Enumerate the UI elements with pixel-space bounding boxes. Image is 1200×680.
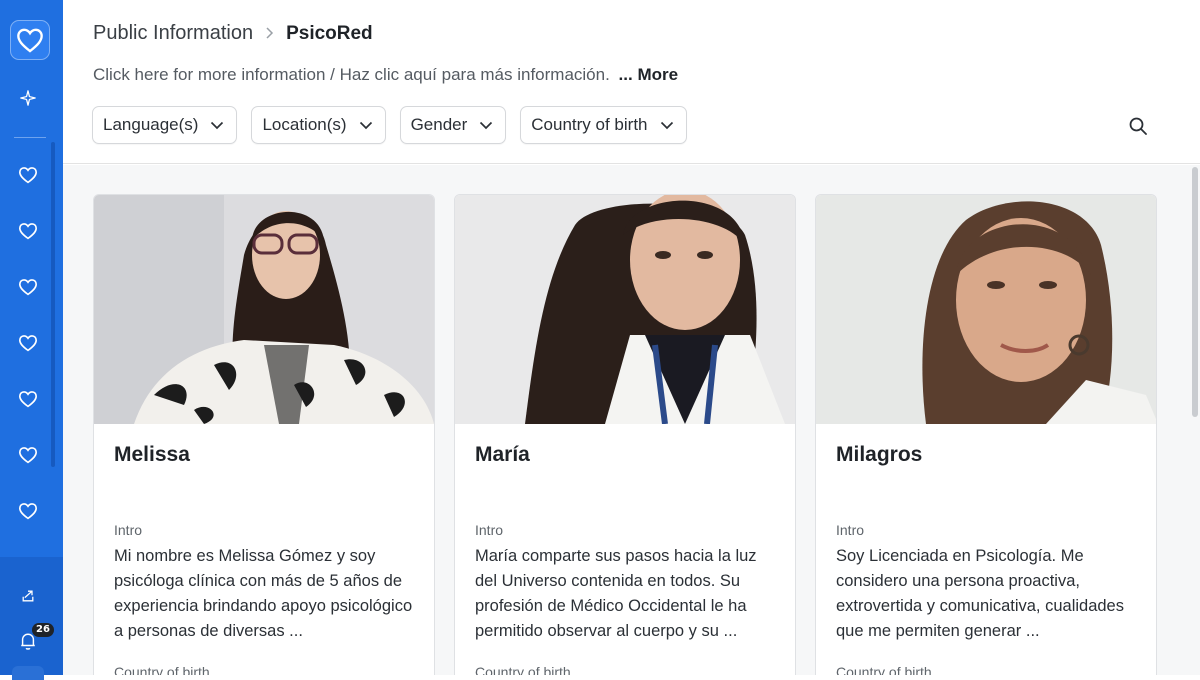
profile-photo <box>94 195 434 424</box>
chevron-down-icon <box>210 121 224 130</box>
sidebar-item-4[interactable] <box>17 332 39 354</box>
profile-photo <box>455 195 795 424</box>
sidebar-scrollbar[interactable] <box>51 142 55 467</box>
filter-label: Language(s) <box>103 115 199 134</box>
sidebar-item-7[interactable] <box>17 500 39 522</box>
intro-label: Intro <box>114 522 143 538</box>
profile-card[interactable]: María Intro María comparte sus pasos hac… <box>454 194 796 675</box>
share-icon[interactable] <box>17 585 39 607</box>
filter-label: Location(s) <box>262 115 347 134</box>
sidebar-item-1[interactable] <box>17 164 39 186</box>
country-of-birth-label: Country of birth <box>836 664 932 675</box>
main-scrollbar[interactable] <box>1192 167 1198 417</box>
breadcrumb: Public Information PsicoRed <box>93 22 373 45</box>
heart-icon <box>18 391 38 408</box>
heart-icon <box>18 279 38 296</box>
breadcrumb-current: PsicoRed <box>286 22 373 44</box>
sidebar-item-6[interactable] <box>17 444 39 466</box>
intro-label: Intro <box>836 522 865 538</box>
heart-icon <box>17 28 43 53</box>
sidebar-item-5[interactable] <box>17 388 39 410</box>
notification-badge: 26 <box>32 623 54 637</box>
avatar[interactable] <box>12 666 44 680</box>
profile-grid: Melissa Intro Mi nombre es Melissa Gómez… <box>63 165 1200 675</box>
filter-language[interactable]: Language(s) <box>92 106 238 144</box>
heart-icon <box>18 167 38 184</box>
profile-name: Milagros <box>836 443 923 466</box>
filter-location[interactable]: Location(s) <box>251 106 386 144</box>
filter-gender[interactable]: Gender <box>399 106 507 144</box>
intro-label: Intro <box>475 522 504 538</box>
sidebar-item-3[interactable] <box>17 276 39 298</box>
filter-label: Gender <box>410 115 468 134</box>
country-of-birth-label: Country of birth <box>475 664 571 675</box>
intro-text: María comparte sus pasos hacia la luz de… <box>475 547 757 640</box>
country-of-birth-label: Country of birth <box>114 664 210 675</box>
chevron-down-icon <box>359 121 373 130</box>
filter-label: Country of birth <box>531 115 648 134</box>
profile-name: María <box>475 443 530 466</box>
profile-card[interactable]: Melissa Intro Mi nombre es Melissa Gómez… <box>93 194 435 675</box>
sidebar-footer <box>0 557 63 675</box>
search-icon <box>1129 117 1147 135</box>
app-logo[interactable] <box>10 20 50 60</box>
heart-icon <box>18 447 38 464</box>
heart-icon <box>18 503 38 520</box>
header: Public Information PsicoRed Click here f… <box>63 0 1200 164</box>
profile-card[interactable]: Milagros Intro Soy Licenciada en Psicolo… <box>815 194 1157 675</box>
profile-photo <box>816 195 1156 424</box>
chevron-down-icon <box>479 121 493 130</box>
more-link[interactable]: ... More <box>619 65 679 84</box>
filter-country-of-birth[interactable]: Country of birth <box>520 106 687 144</box>
sparkle-icon[interactable] <box>17 87 39 109</box>
info-text[interactable]: Click here for more information / Haz cl… <box>93 65 610 84</box>
chevron-down-icon <box>660 121 674 130</box>
info-line[interactable]: Click here for more information / Haz cl… <box>93 65 678 85</box>
breadcrumb-parent[interactable]: Public Information <box>93 22 253 45</box>
heart-icon <box>18 223 38 240</box>
chevron-right-icon <box>265 26 274 42</box>
search-button[interactable] <box>1126 114 1150 138</box>
sidebar: 26 <box>0 0 63 680</box>
heart-icon <box>18 335 38 352</box>
sidebar-item-2[interactable] <box>17 220 39 242</box>
filter-bar: Language(s) Location(s) Gender Country o… <box>92 106 687 144</box>
sidebar-divider <box>14 137 46 138</box>
profile-name: Melissa <box>114 443 190 466</box>
intro-text: Mi nombre es Melissa Gómez y soy psicólo… <box>114 547 413 640</box>
intro-text: Soy Licenciada en Psicología. Me conside… <box>836 547 1124 640</box>
